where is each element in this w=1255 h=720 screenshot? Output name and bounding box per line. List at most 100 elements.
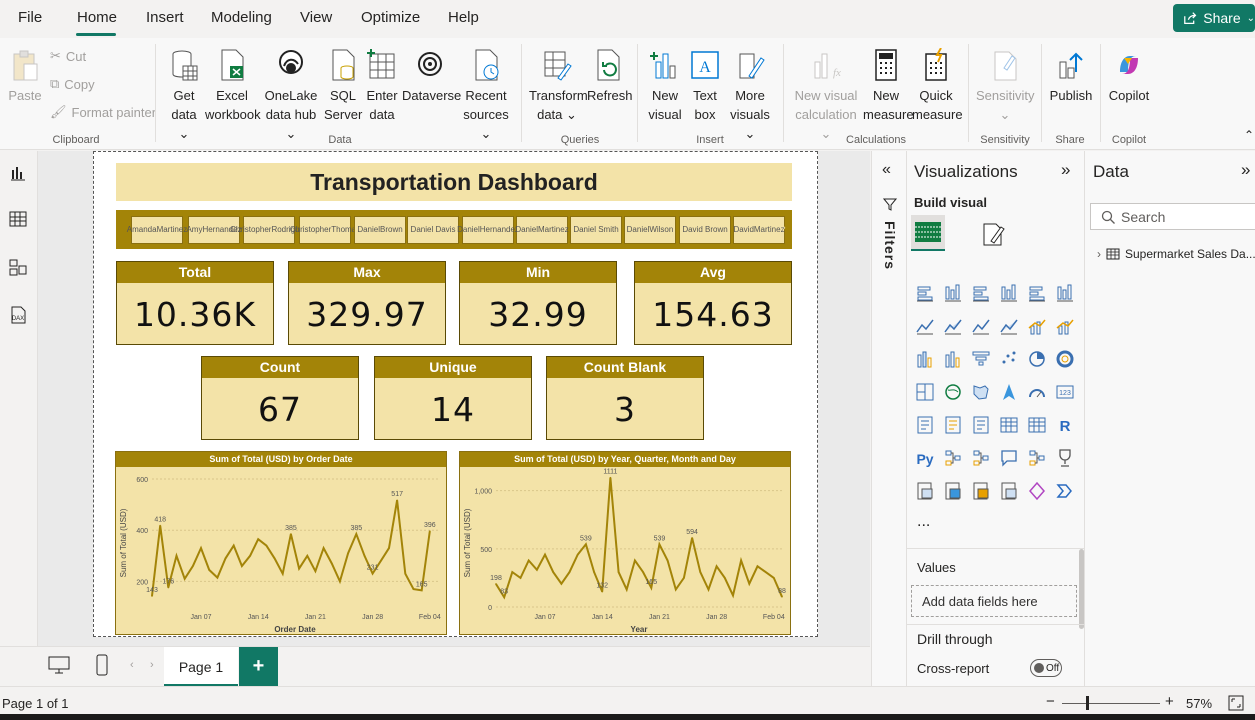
publish-button[interactable]: Publish xyxy=(1048,48,1094,105)
copy-button[interactable]: ⧉ Copy xyxy=(50,76,95,92)
slicer-item[interactable]: Daniel Wilson xyxy=(624,216,676,244)
cross-report-toggle[interactable]: Off xyxy=(1030,659,1062,677)
build-visual-tab[interactable] xyxy=(911,215,945,251)
pie-chart-icon[interactable] xyxy=(1027,349,1047,369)
slicer-item[interactable]: Daniel Hernandez xyxy=(457,216,519,244)
report-view-icon[interactable] xyxy=(8,163,28,183)
slicer-item[interactable]: Daniel Smith xyxy=(570,216,622,244)
slicer-item[interactable]: Christopher Thomas xyxy=(290,216,360,244)
r-visual-icon[interactable]: R xyxy=(1055,415,1075,435)
slicer-item[interactable]: David Brown xyxy=(679,216,731,244)
stacked-bar-chart-icon[interactable] xyxy=(915,283,935,303)
slicer-item[interactable]: Christopher Rodriguez xyxy=(230,216,308,244)
filters-pane-collapsed[interactable]: « Filters xyxy=(871,151,906,686)
waterfall-chart-icon[interactable] xyxy=(943,349,963,369)
zoom-out-button[interactable]: − xyxy=(1046,693,1055,710)
paginated-report-icon[interactable] xyxy=(915,481,935,501)
share-button[interactable]: Share ⌄ xyxy=(1173,4,1255,32)
quick-measure-button[interactable]: Quick measure xyxy=(912,48,963,124)
gauge-icon[interactable] xyxy=(1027,382,1047,402)
power-apps-icon[interactable] xyxy=(943,481,963,501)
python-visual-icon[interactable]: Py xyxy=(915,448,935,468)
cut-button[interactable]: ✂ Cut xyxy=(50,48,86,64)
stacked-column-chart-icon[interactable] xyxy=(943,283,963,303)
expand-left-icon[interactable]: « xyxy=(882,161,891,179)
line-chart-by-date-hierarchy[interactable]: Sum of Total (USD) by Year, Quarter, Mon… xyxy=(459,451,791,635)
line-clustered-column-icon[interactable] xyxy=(1055,316,1075,336)
transform-data-button[interactable]: Transform data ⌄ xyxy=(529,48,588,124)
menu-file[interactable]: File xyxy=(18,9,42,26)
azure-map-icon[interactable] xyxy=(999,382,1019,402)
more-visuals-button[interactable]: More visuals ⌄ xyxy=(725,48,775,143)
multi-row-card-icon[interactable] xyxy=(915,415,935,435)
power-automate-icon[interactable] xyxy=(971,481,991,501)
data-search-box[interactable]: Search xyxy=(1090,203,1255,230)
sensitivity-button[interactable]: Sensitivity ⌄ xyxy=(976,48,1035,124)
menu-modeling[interactable]: Modeling xyxy=(211,9,272,26)
recent-sources-button[interactable]: Recent sources ⌄ xyxy=(459,48,513,143)
menu-help[interactable]: Help xyxy=(448,9,479,26)
menu-home[interactable]: Home xyxy=(77,9,117,26)
100-area-chart-icon[interactable] xyxy=(999,316,1019,336)
format-painter-button[interactable]: 🖌 Format painter xyxy=(50,104,156,120)
zoom-slider-thumb[interactable] xyxy=(1086,696,1089,710)
map-icon[interactable] xyxy=(943,382,963,402)
add-page-button[interactable]: + xyxy=(239,647,278,687)
scatter-chart-icon[interactable] xyxy=(999,349,1019,369)
slicer-item[interactable]: Amanda Martinez xyxy=(127,216,187,244)
ribbon-chart-icon[interactable] xyxy=(915,349,935,369)
tab-page-1[interactable]: Page 1 xyxy=(164,647,238,687)
text-box-button[interactable]: A Text box xyxy=(687,48,723,124)
copilot-button[interactable]: Copilot xyxy=(1106,48,1152,105)
100-bar-chart-icon[interactable] xyxy=(1027,283,1047,303)
slicer-item[interactable]: Daniel Brown xyxy=(354,216,406,244)
table-icon[interactable] xyxy=(999,415,1019,435)
scroll-right-icon[interactable]: › xyxy=(150,659,154,671)
clustered-column-chart-icon[interactable] xyxy=(999,283,1019,303)
decomposition-tree-icon[interactable] xyxy=(971,448,991,468)
narrative-icon[interactable] xyxy=(1027,448,1047,468)
sql-server-button[interactable]: SQL Server xyxy=(324,48,362,124)
more-visuals-ellipsis[interactable]: ... xyxy=(917,513,930,531)
fit-to-page-icon[interactable] xyxy=(1228,695,1244,711)
enter-data-button[interactable]: Enter data xyxy=(364,48,400,124)
funnel-chart-icon[interactable] xyxy=(971,349,991,369)
chevron-visual-icon[interactable] xyxy=(1055,481,1075,501)
mobile-layout-icon[interactable] xyxy=(96,654,108,676)
donut-chart-icon[interactable] xyxy=(1055,349,1075,369)
diamond-visual-icon[interactable] xyxy=(1027,481,1047,501)
slicer-item[interactable]: Daniel Davis xyxy=(407,216,459,244)
menu-view[interactable]: View xyxy=(300,9,332,26)
menu-optimize[interactable]: Optimize xyxy=(361,9,420,26)
refresh-button[interactable]: Refresh xyxy=(587,48,633,105)
scroll-left-icon[interactable]: ‹ xyxy=(130,659,134,671)
desktop-layout-icon[interactable] xyxy=(48,656,70,674)
kpi-icon[interactable] xyxy=(943,415,963,435)
goals-icon[interactable] xyxy=(1055,448,1075,468)
key-influencers-icon[interactable] xyxy=(943,448,963,468)
area-chart-icon[interactable] xyxy=(943,316,963,336)
clustered-bar-chart-icon[interactable] xyxy=(971,283,991,303)
line-chart-by-order-date[interactable]: Sum of Total (USD) by Order Date 600 400 2… xyxy=(115,451,447,635)
paste-button[interactable]: Paste xyxy=(8,48,42,105)
new-visual-calculation-button[interactable]: fx New visual calculation ⌄ xyxy=(792,48,860,143)
slicer-item[interactable]: David Martinez xyxy=(733,216,785,244)
new-measure-button[interactable]: New measure xyxy=(863,48,914,124)
menu-insert[interactable]: Insert xyxy=(146,9,184,26)
onelake-data-hub-button[interactable]: OneLake data hub ⌄ xyxy=(261,48,321,143)
collapse-right-icon[interactable]: » xyxy=(1241,160,1250,180)
filled-map-icon[interactable] xyxy=(971,382,991,402)
format-visual-icon[interactable] xyxy=(981,221,1007,247)
data-table-item[interactable]: › Supermarket Sales Da... xyxy=(1097,247,1255,261)
table-view-icon[interactable] xyxy=(8,209,28,229)
100-column-chart-icon[interactable] xyxy=(1055,283,1075,303)
matrix-icon[interactable] xyxy=(1027,415,1047,435)
treemap-icon[interactable] xyxy=(915,382,935,402)
slicer-icon[interactable] xyxy=(971,415,991,435)
shape-map-icon[interactable] xyxy=(999,481,1019,501)
values-drop-zone[interactable]: Add data fields here xyxy=(911,585,1077,617)
collapse-ribbon-icon[interactable]: ⌃ xyxy=(1244,128,1254,142)
qa-icon[interactable] xyxy=(999,448,1019,468)
slicer-item[interactable]: Daniel Martinez xyxy=(515,216,569,244)
card-icon[interactable]: 123 xyxy=(1055,382,1075,402)
